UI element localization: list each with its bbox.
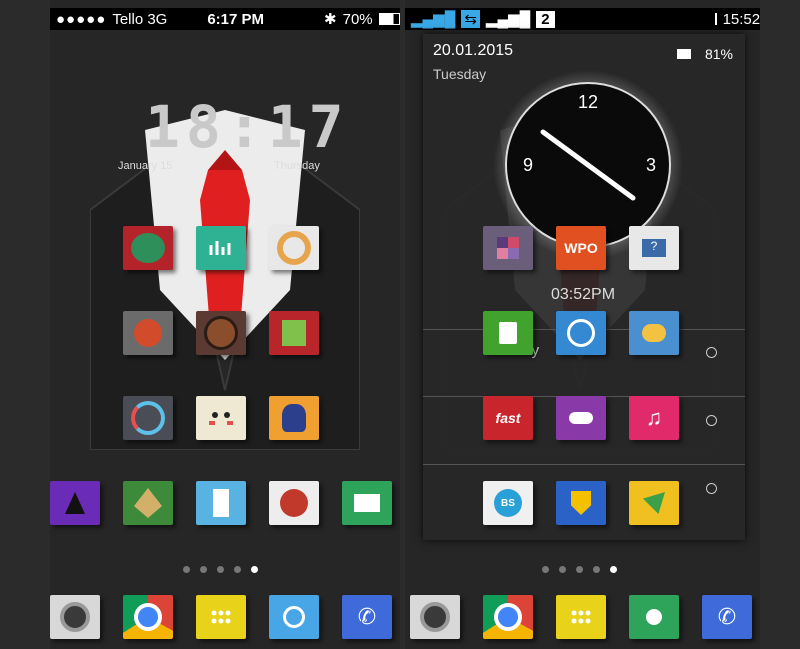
widget-day: Thursday [274,160,320,172]
widget-panel: 20.01.2015 Tuesday 81% 12 3 9 03:52PM da… [423,34,745,540]
dog-game-icon[interactable] [342,481,392,525]
chrome-icon[interactable] [483,595,533,639]
page-indicator [542,566,617,573]
donut-cloud-icon[interactable] [269,226,319,270]
bluetooth-icon: ✱ [324,11,337,28]
data-transfer-icon: ⇆ [461,10,480,28]
page-dot[interactable] [217,566,224,573]
phone-icon[interactable]: ✆ [702,595,752,639]
clock-widget-time: 18:17 [145,93,350,161]
widget-day: Tuesday [433,66,487,82]
circle-app-icon[interactable] [123,396,173,440]
battery-icon [378,13,400,25]
music-note-icon[interactable]: ♫ [629,396,679,440]
help-monitor-icon[interactable]: ? [629,226,679,270]
character-avatar-icon[interactable] [123,311,173,355]
signal-bars-icon: ▂▄▆█ [411,11,456,28]
page-dot[interactable] [183,566,190,573]
status-bar: ●●●●● Tello 3G 6:17 PM ✱ 70% [50,8,400,30]
divider [423,464,745,465]
page-dot[interactable] [542,566,549,573]
clock-label: 15:52 [722,10,760,28]
milk-carton-icon[interactable] [196,481,246,525]
camera-icon[interactable] [50,595,100,639]
battery-percent: 70% [342,10,373,28]
widget-battery: 81% [704,46,733,62]
clock-12: 12 [578,92,598,112]
page-dot[interactable] [559,566,566,573]
carrier-label: Tello 3G [112,10,168,28]
page-dot[interactable] [576,566,583,573]
apps-grid-icon[interactable] [196,595,246,639]
camera-icon[interactable] [410,595,460,639]
bird-game-icon[interactable] [629,481,679,525]
right-phone-screen: ▂▄▆█ ⇆ ▂▄▆█ 2 15:52 20.01.2015 Tuesday 8… [405,0,760,649]
contacts-book-icon[interactable] [483,311,533,355]
status-bar: ▂▄▆█ ⇆ ▂▄▆█ 2 15:52 [405,8,760,30]
weather-icon[interactable] [629,311,679,355]
apps-grid-icon[interactable] [556,595,606,639]
fast-label: fast [495,410,521,426]
battery-icon [714,13,717,25]
contacts-icon[interactable] [269,595,319,639]
page-dot-active[interactable] [610,566,617,573]
chrome-icon[interactable] [123,595,173,639]
widget-date: January 15 [118,160,173,172]
wpo-icon[interactable]: WPO [556,226,606,270]
bs-app-icon[interactable]: BS [483,481,533,525]
radio-button[interactable] [706,347,717,358]
face-character-icon[interactable] [196,396,246,440]
elf-warrior-icon[interactable] [123,481,173,525]
music-artist-icon[interactable] [269,481,319,525]
left-phone-screen: ●●●●● Tello 3G 6:17 PM ✱ 70% 18:17 Janua… [50,0,400,649]
clock-9: 9 [523,155,533,175]
lock-shield-icon[interactable] [556,481,606,525]
contacts-icon[interactable] [629,595,679,639]
battery-small-icon [677,49,691,59]
robot-game-icon[interactable] [269,311,319,355]
monster-game-icon[interactable] [123,226,173,270]
digital-time: 03:52PM [551,286,616,303]
fast-app-icon[interactable]: fast [483,396,533,440]
police-character-icon[interactable] [269,396,319,440]
page-dot[interactable] [200,566,207,573]
phone-icon[interactable]: ✆ [342,595,392,639]
smiley-sun-icon[interactable] [556,311,606,355]
wpo-label: WPO [564,240,598,256]
cookie-app-icon[interactable] [196,311,246,355]
page-indicator [183,566,258,573]
purple-character-icon[interactable] [50,481,100,525]
radio-button[interactable] [706,483,717,494]
sneaker-icon[interactable] [556,396,606,440]
page-dot-active[interactable] [251,566,258,573]
clock-3: 3 [646,155,656,175]
music-wave-icon[interactable] [196,226,246,270]
widget-date: 20.01.2015 [433,42,514,59]
page-dot[interactable] [593,566,600,573]
radio-button[interactable] [706,415,717,426]
sim-badge: 2 [536,10,555,28]
signal-bars-2-icon: ▂▄▆█ [485,11,531,28]
bs-label: BS [494,489,522,517]
page-dot[interactable] [234,566,241,573]
signal-dots-icon: ●●●●● [56,10,107,28]
tile-pattern-icon[interactable] [483,226,533,270]
clock-label: 6:17 PM [207,10,265,28]
